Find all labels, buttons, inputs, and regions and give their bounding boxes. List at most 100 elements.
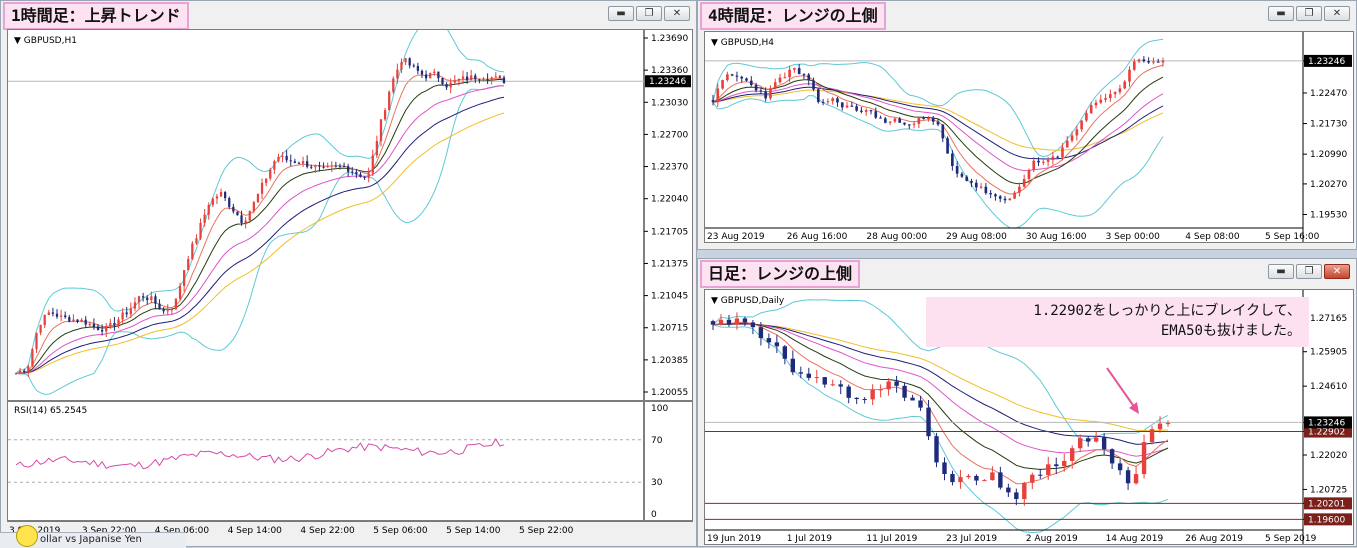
candle-body (207, 204, 210, 215)
y-tick-label: 1.23030 (651, 98, 688, 108)
symbol-label: ▼ GBPUSD,H4 (711, 38, 774, 48)
x-tick-label: 19 Jun 2019 (707, 534, 761, 544)
candle-body (807, 74, 811, 81)
candle-body (1109, 94, 1112, 99)
candle-body (984, 186, 988, 194)
candle-body (408, 58, 411, 66)
minimize-button[interactable]: ▬ (608, 6, 634, 21)
candle-body (260, 182, 264, 194)
close-icon: ✕ (1332, 266, 1342, 277)
chart-pane[interactable]: ▼ GBPUSD,H1 1.23690 1.23360 1.23030 1.22700… (7, 29, 693, 401)
candle-body (1013, 192, 1016, 199)
y-tick-label: 1.20385 (651, 356, 688, 366)
x-tick-label: 23 Jul 2019 (946, 534, 997, 544)
candle-body (31, 349, 34, 367)
ema-short (15, 73, 505, 374)
candle-body (1165, 423, 1171, 425)
candle-body (322, 166, 325, 168)
restore-button[interactable]: ❐ (636, 6, 662, 21)
candle-body (293, 161, 296, 163)
y-tick-label: 1.20270 (1310, 180, 1347, 190)
candle-body (998, 472, 1003, 488)
candle-body (1014, 492, 1019, 500)
candle-body (874, 111, 878, 118)
candle-body (718, 319, 724, 325)
candle-body (281, 155, 284, 157)
candle-body (1094, 102, 1098, 106)
bb-upper (712, 38, 1164, 158)
price-chart-h1: 1.23690 1.23360 1.23030 1.22700 1.22370 1.220… (8, 30, 691, 400)
candle-body (1149, 429, 1155, 443)
candle-body (289, 160, 292, 162)
candle-body (43, 315, 46, 326)
candle-body (951, 153, 954, 167)
candle-body (371, 155, 374, 174)
candle-body (1101, 437, 1107, 450)
candle-body (64, 315, 67, 318)
candle-body (72, 319, 75, 322)
bb-lower (712, 95, 1164, 229)
candle-body (453, 80, 456, 83)
restore-button[interactable]: ❐ (1296, 264, 1322, 279)
candle-body (474, 75, 477, 80)
candle-body (470, 75, 473, 81)
rsi-pane[interactable]: RSI(14) 65.2545 100 70 30 0 (7, 401, 693, 521)
candle-body (1038, 474, 1043, 476)
chart-pane[interactable]: ▼ GBPUSD,H4 1.23246 1.22470 1.21730 1.20990… (704, 31, 1354, 243)
candle-body (47, 312, 50, 316)
candle-body (845, 105, 849, 108)
candle-body (1056, 156, 1059, 158)
chart-window-daily[interactable]: 日足：レンジの上側 ▬ ❐ ✕ ▼ GBPUSD,Daily 1.27165 1.… (697, 258, 1357, 547)
x-tick-label: 4 Sep 14:00 (228, 526, 283, 536)
x-tick-label: 1 Jul 2019 (787, 534, 832, 544)
symbol-text: GBPUSD,Daily (720, 296, 785, 306)
close-button[interactable]: ✕ (664, 6, 690, 21)
candle-body (806, 373, 811, 378)
y-tick-label: 1.24610 (1310, 382, 1347, 392)
taskbar-tab[interactable]: ollar vs Japanise Yen (0, 525, 186, 548)
candle-body (457, 78, 461, 81)
candle-body (273, 161, 276, 170)
candle-body (18, 370, 22, 374)
symbol-text: GBPUSD,H1 (23, 36, 77, 46)
candle-body (838, 384, 843, 387)
minimize-icon: ▬ (616, 8, 626, 19)
candle-body (1113, 92, 1117, 95)
minimize-button[interactable]: ▬ (1268, 6, 1294, 21)
candle-body (1077, 438, 1083, 449)
candle-body (203, 214, 206, 224)
candle-body (774, 342, 780, 347)
candle-body (970, 180, 973, 183)
minimize-button[interactable]: ▬ (1268, 264, 1294, 279)
titlebar[interactable]: 4時間足：レンジの上側 ▬ ❐ ✕ (698, 1, 1356, 30)
rsi-tick-label: 30 (651, 478, 663, 488)
close-button[interactable]: ✕ (1324, 264, 1350, 279)
restore-button[interactable]: ❐ (1296, 6, 1322, 21)
candle-body (146, 297, 149, 301)
candle-body (150, 296, 153, 301)
candle-body (1125, 470, 1131, 484)
x-tick-label: 5 Sep 2019 (1265, 534, 1317, 544)
chart-window-h1[interactable]: 1時間足：上昇トレンド ▬ ❐ ✕ ▼ GBPUSD,H1 1.23690 1.2… (0, 0, 697, 547)
candle-body (92, 323, 96, 327)
candle-body (974, 475, 979, 481)
ema-mid (15, 78, 505, 374)
candle-body (105, 326, 108, 332)
candle-body (994, 194, 997, 197)
chart-window-h4[interactable]: 4時間足：レンジの上側 ▬ ❐ ✕ ▼ GBPUSD,H4 1.232461.2… (697, 0, 1357, 250)
candle-body (826, 101, 830, 103)
candle-body (117, 319, 120, 326)
titlebar[interactable]: 日足：レンジの上側 ▬ ❐ ✕ (698, 259, 1356, 288)
candle-body (351, 171, 354, 173)
candle-body (758, 327, 764, 339)
candle-body (860, 110, 863, 112)
x-tick-label: 11 Jul 2019 (866, 534, 917, 544)
price-tag-label: 1.23246 (1308, 418, 1345, 428)
titlebar[interactable]: 1時間足：上昇トレンド ▬ ❐ ✕ (1, 1, 696, 30)
candle-body (854, 397, 859, 400)
candle-body (893, 118, 897, 122)
close-button[interactable]: ✕ (1324, 6, 1350, 21)
y-tick-label: 1.21375 (651, 259, 688, 269)
candle-body (950, 474, 955, 483)
candle-body (1104, 98, 1107, 100)
